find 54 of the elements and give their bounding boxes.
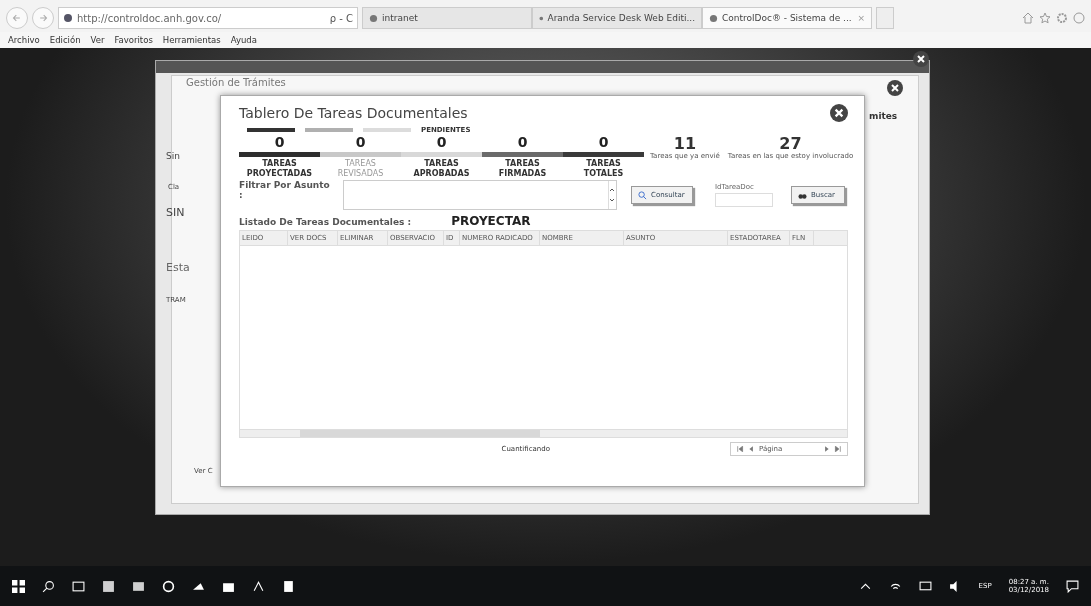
previous-page-icon[interactable] — [748, 446, 755, 453]
close-icon[interactable] — [913, 51, 929, 67]
filter-label: Filtrar Por Asunto : — [239, 180, 331, 201]
counter-tab[interactable]: TAREAS PROYECTADAS — [246, 159, 313, 179]
counter-value: 0 — [598, 134, 609, 150]
settings-icon[interactable] — [1056, 12, 1068, 24]
menu-item[interactable]: Favoritos — [114, 35, 153, 45]
browser-tab[interactable]: ControlDoc® - Sistema de ... × — [702, 7, 872, 29]
id-field[interactable] — [715, 193, 773, 208]
magnifier-icon — [638, 190, 647, 200]
menu-item[interactable]: Ver — [90, 35, 105, 45]
menu-item[interactable]: Herramientas — [162, 35, 221, 45]
notifications-icon[interactable] — [1066, 579, 1079, 593]
star-icon[interactable] — [1039, 12, 1051, 24]
list-mode-title: PROYECTAR — [451, 214, 531, 229]
subject-field[interactable] — [343, 180, 617, 211]
background-text: Sin — [166, 151, 180, 161]
last-page-icon[interactable] — [834, 446, 841, 453]
counter-tab[interactable]: TAREAS TOTALES — [570, 159, 637, 179]
browser-icon[interactable] — [162, 579, 175, 593]
browser-tab[interactable]: Aranda Service Desk Web Editi... — [532, 7, 702, 29]
counter-value: 0 — [517, 134, 528, 150]
background-text: SIN — [166, 206, 185, 219]
horizontal-scrollbar[interactable] — [240, 429, 847, 438]
counter-tab[interactable]: TAREAS APROBADAS — [408, 159, 475, 179]
dialog-title: Tablero De Tareas Documentales — [239, 105, 468, 121]
tab-label: Aranda Service Desk Web Editi... — [547, 13, 695, 23]
panel-title: Gestión de Trámites — [186, 77, 287, 88]
menu-item[interactable]: Ayuda — [230, 35, 257, 45]
menu-item[interactable]: Edición — [49, 35, 81, 45]
background-text: Esta — [166, 261, 190, 274]
counter-value: 0 — [274, 134, 285, 150]
tab-label: ControlDoc® - Sistema de ... — [722, 13, 853, 23]
total-value: 11 — [673, 136, 697, 152]
counter-value: 0 — [355, 134, 366, 150]
search-icon[interactable] — [42, 579, 55, 593]
list-label: Listado De Tareas Documentales : — [239, 217, 412, 228]
home-icon[interactable] — [1022, 12, 1034, 24]
tab-label: intranet — [382, 13, 419, 23]
first-page-icon[interactable] — [737, 446, 744, 453]
address-bar[interactable]: http://controldoc.anh.gov.co/ ρ - C — [58, 7, 358, 29]
total-value: 27 — [779, 136, 802, 152]
close-icon[interactable] — [830, 104, 848, 122]
counter-tab[interactable]: TAREAS FIRMADAS — [489, 159, 556, 179]
monitor-icon[interactable] — [918, 579, 932, 593]
counter-value: 0 — [436, 134, 447, 150]
windows-icon[interactable] — [12, 579, 25, 593]
task-view-icon[interactable] — [72, 579, 85, 593]
close-icon[interactable] — [887, 80, 903, 96]
spinner-icon[interactable] — [608, 181, 616, 210]
background-text: mites — [869, 111, 898, 121]
next-page-icon[interactable] — [823, 446, 830, 453]
browser-tab[interactable]: intranet — [362, 7, 532, 29]
menu-item[interactable]: Archivo — [8, 35, 40, 45]
